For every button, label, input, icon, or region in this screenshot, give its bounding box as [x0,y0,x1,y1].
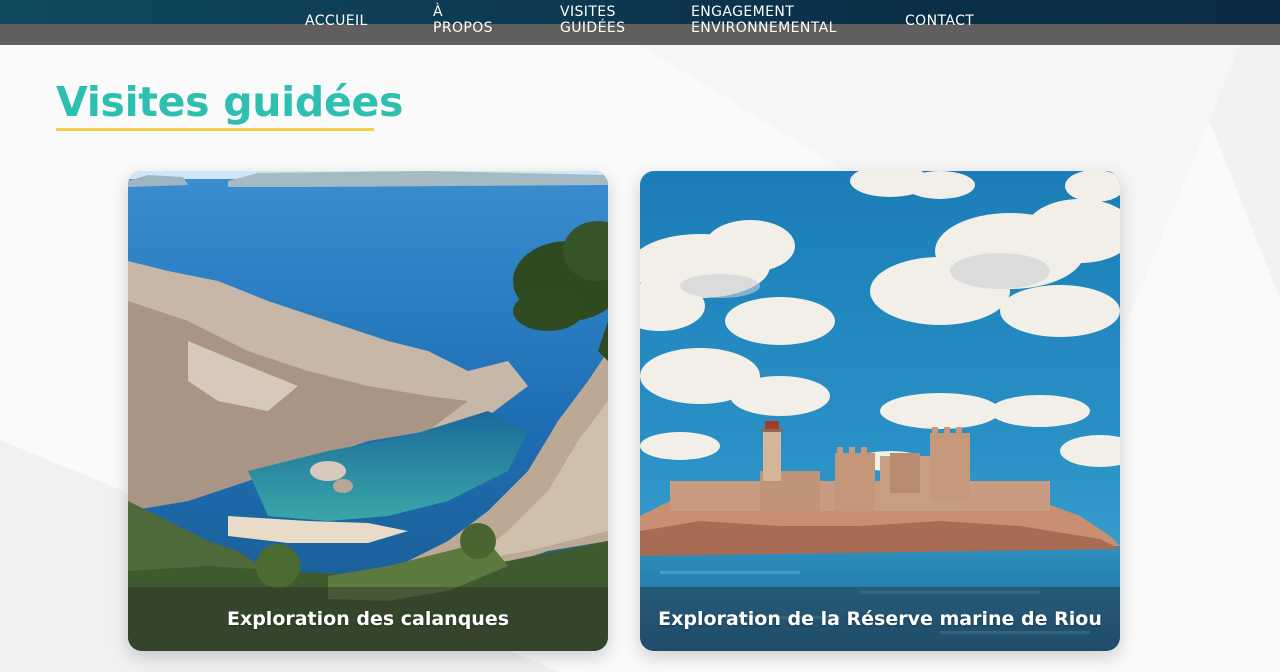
tour-card-caption: Exploration des calanques [128,587,608,651]
title-underline [56,128,374,131]
tour-card-title: Exploration de la Réserve marine de Riou [658,608,1102,630]
tour-card-title: Exploration des calanques [226,608,510,630]
nav-link-a-propos[interactable]: À PROPOS [433,4,493,36]
main-nav: ACCUEIL À PROPOS VISITES GUIDÉES ENGAGEM… [0,0,1280,45]
nav-link-engagement-environnemental[interactable]: ENGAGEMENT ENVIRONNEMENTAL [691,4,837,36]
tour-card-calanques[interactable]: Exploration des calanques [128,171,608,651]
nav-link-contact[interactable]: CONTACT [905,13,974,29]
nav-link-visites-guidees[interactable]: VISITES GUIDÉES [560,4,625,36]
tour-card-riou[interactable]: Exploration de la Réserve marine de Riou [640,171,1120,651]
page-title: Visites guidées [56,78,404,126]
nav-link-accueil[interactable]: ACCUEIL [305,13,368,29]
chateau-if-island-photo [640,171,1120,651]
calanque-cove-photo [128,171,608,651]
tour-card-caption: Exploration de la Réserve marine de Riou [640,587,1120,651]
